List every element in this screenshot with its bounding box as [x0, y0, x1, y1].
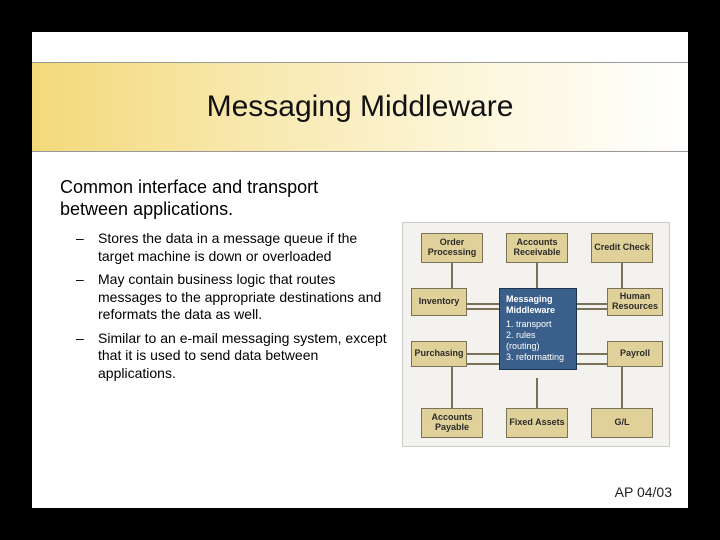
architecture-diagram: Order Processing Accounts Receivable Cre…: [402, 222, 670, 447]
connector: [621, 363, 623, 408]
connector: [463, 353, 499, 355]
center-heading: Messaging Middleware: [506, 294, 570, 317]
connector: [451, 363, 453, 408]
node-messaging-middleware: Messaging Middleware 1. transport 2. rul…: [499, 288, 577, 370]
bullet-dash: –: [70, 271, 98, 324]
bullet-text: May contain business logic that routes m…: [98, 271, 390, 324]
center-line: 2. rules (routing): [506, 330, 570, 353]
node-payroll: Payroll: [607, 341, 663, 367]
node-credit-check: Credit Check: [591, 233, 653, 263]
list-item: – Similar to an e-mail messaging system,…: [70, 330, 390, 383]
intro-text: Common interface and transport between a…: [60, 177, 390, 220]
node-accounts-receivable: Accounts Receivable: [506, 233, 568, 263]
center-line: 1. transport: [506, 319, 570, 330]
bullet-text: Stores the data in a message queue if th…: [98, 230, 390, 265]
connector: [536, 263, 538, 288]
connector: [536, 378, 538, 408]
center-line: 3. reformatting: [506, 352, 570, 363]
node-inventory: Inventory: [411, 288, 467, 316]
node-gl: G/L: [591, 408, 653, 438]
connector: [575, 303, 611, 305]
list-item: – May contain business logic that routes…: [70, 271, 390, 324]
bullet-list: – Stores the data in a message queue if …: [70, 230, 390, 382]
bullet-dash: –: [70, 330, 98, 383]
bullet-dash: –: [70, 230, 98, 265]
slide-title: Messaging Middleware: [32, 90, 688, 124]
node-purchasing: Purchasing: [411, 341, 467, 367]
bullet-text: Similar to an e-mail messaging system, e…: [98, 330, 390, 383]
connector: [575, 353, 611, 355]
content-area: Common interface and transport between a…: [60, 177, 390, 388]
node-order-processing: Order Processing: [421, 233, 483, 263]
node-fixed-assets: Fixed Assets: [506, 408, 568, 438]
node-human-resources: Human Resources: [607, 288, 663, 316]
title-band: Messaging Middleware: [32, 62, 688, 152]
list-item: – Stores the data in a message queue if …: [70, 230, 390, 265]
slide: Messaging Middleware Common interface an…: [32, 32, 688, 508]
connector: [463, 303, 499, 305]
slide-footer: AP 04/03: [615, 484, 672, 500]
node-accounts-payable: Accounts Payable: [421, 408, 483, 438]
